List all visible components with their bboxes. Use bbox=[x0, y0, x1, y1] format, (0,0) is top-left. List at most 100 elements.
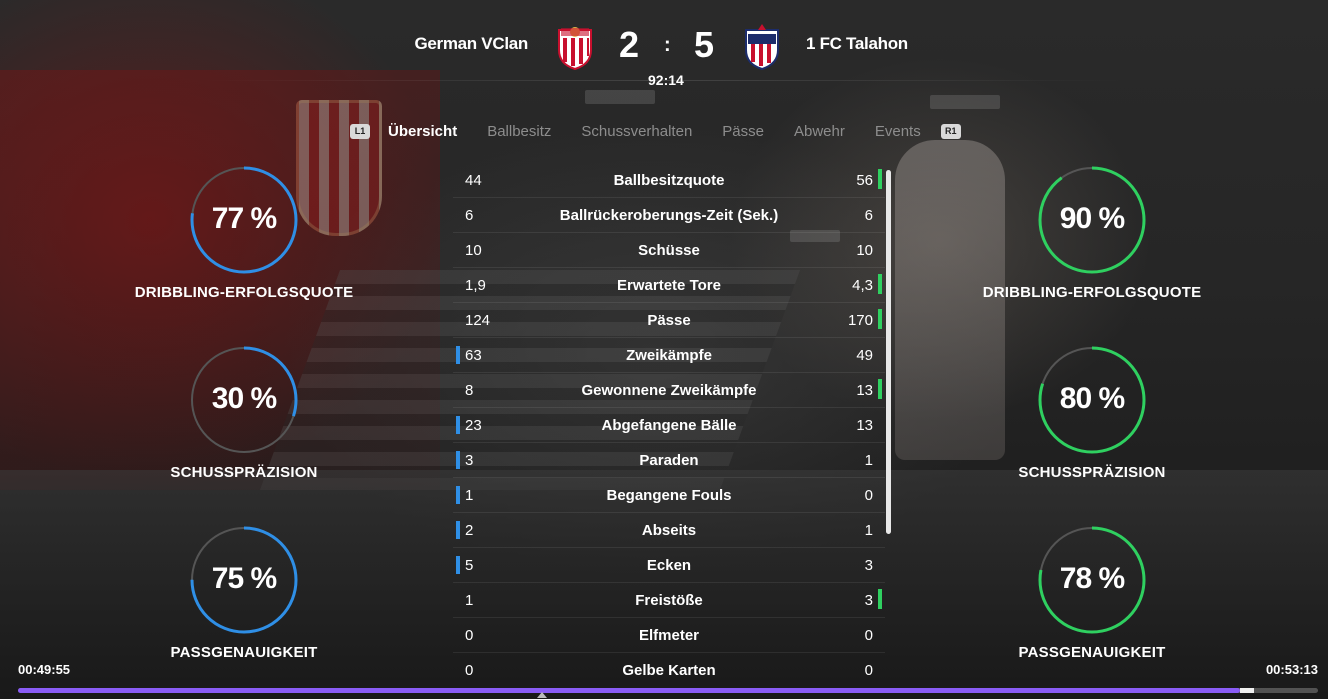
stat-name: Ballbesitzquote bbox=[613, 172, 725, 189]
stat-name: Paraden bbox=[639, 452, 699, 469]
stat-row: 124 Pässe 170 bbox=[453, 303, 885, 338]
stat-name: Gelbe Karten bbox=[622, 662, 716, 679]
tab-events[interactable]: Events bbox=[875, 123, 921, 140]
away-leader-indicator bbox=[878, 169, 882, 189]
home-leader-indicator bbox=[456, 556, 460, 574]
stat-row: 23 Abgefangene Bälle 13 bbox=[453, 408, 885, 443]
away-leader-indicator bbox=[878, 274, 882, 294]
home-shooting-label: SCHUSSPRÄZISION bbox=[170, 464, 318, 481]
away-team-crest-icon bbox=[745, 24, 779, 70]
away-score: 5 bbox=[694, 24, 715, 65]
away-passing-label: PASSGENAUIGKEIT bbox=[1018, 644, 1166, 661]
away-leader-indicator bbox=[878, 309, 882, 329]
stat-name: Pässe bbox=[647, 312, 691, 329]
stat-away-value: 0 bbox=[864, 487, 873, 504]
home-ring-dribbling: 77 % DRIBBLING-ERFOLGSQUOTE bbox=[124, 166, 364, 301]
away-leader-indicator bbox=[878, 589, 882, 609]
away-leader-indicator bbox=[878, 379, 882, 399]
scoreboard-header: German VClan 2 : 5 1 FC Talahon 92:14 bbox=[0, 0, 1328, 100]
home-team-crest-icon bbox=[558, 27, 592, 70]
stat-row: 6 Ballrückeroberungs-Zeit (Sek.) 6 bbox=[453, 198, 885, 233]
stat-away-value: 6 bbox=[864, 207, 873, 224]
stat-row: 3 Paraden 1 bbox=[453, 443, 885, 478]
tab-abwehr[interactable]: Abwehr bbox=[794, 123, 845, 140]
away-ring-passing: 78 % PASSGENAUIGKEIT bbox=[972, 526, 1212, 661]
stat-name: Ballrückeroberungs-Zeit (Sek.) bbox=[559, 207, 779, 224]
elapsed-time: 00:49:55 bbox=[18, 662, 71, 677]
video-progress-fill bbox=[18, 688, 1240, 693]
stat-name: Abgefangene Bälle bbox=[601, 417, 737, 434]
home-passing-label: PASSGENAUIGKEIT bbox=[170, 644, 318, 661]
stat-row: 2 Abseits 1 bbox=[453, 513, 885, 548]
header-divider bbox=[200, 80, 1128, 81]
home-dribbling-label: DRIBBLING-ERFOLGSQUOTE bbox=[134, 284, 354, 301]
home-leader-indicator bbox=[456, 346, 460, 364]
stat-away-value: 0 bbox=[864, 627, 873, 644]
home-dribbling-value: 77 % bbox=[211, 202, 277, 235]
stat-row: 63 Zweikämpfe 49 bbox=[453, 338, 885, 373]
stat-row: 1 Begangene Fouls 0 bbox=[453, 478, 885, 513]
home-leader-indicator bbox=[456, 521, 460, 539]
home-leader-indicator bbox=[456, 451, 460, 469]
stat-away-value: 1 bbox=[864, 522, 873, 539]
score-separator: : bbox=[664, 34, 671, 56]
stat-away-value: 3 bbox=[864, 557, 873, 574]
stat-name: Begangene Fouls bbox=[606, 487, 732, 504]
away-team-name: 1 FC Talahon bbox=[806, 34, 908, 53]
away-passing-value: 78 % bbox=[1059, 562, 1125, 595]
stat-away-value: 0 bbox=[864, 662, 873, 679]
stat-row: 8 Gewonnene Zweikämpfe 13 bbox=[453, 373, 885, 408]
stat-name: Erwartete Tore bbox=[617, 277, 721, 294]
stat-away-value: 10 bbox=[856, 242, 873, 259]
stat-row: 0 Gelbe Karten 0 bbox=[453, 653, 885, 687]
tab-uebersicht[interactable]: Übersicht bbox=[388, 123, 457, 140]
stat-row: 10 Schüsse 10 bbox=[453, 233, 885, 268]
stat-name: Schüsse bbox=[638, 242, 700, 259]
away-shooting-label: SCHUSSPRÄZISION bbox=[1018, 464, 1166, 481]
stats-tabs: L1 Übersicht Ballbesitz Schussverhalten … bbox=[350, 120, 961, 142]
stat-away-value: 49 bbox=[856, 347, 873, 364]
away-shooting-value: 80 % bbox=[1059, 382, 1125, 415]
stat-away-value: 3 bbox=[864, 592, 873, 609]
stat-away-value: 13 bbox=[856, 417, 873, 434]
home-leader-indicator bbox=[456, 416, 460, 434]
away-dribbling-value: 90 % bbox=[1059, 202, 1125, 235]
stat-name: Freistöße bbox=[635, 592, 703, 609]
stat-row: 1 Freistöße 3 bbox=[453, 583, 885, 618]
r1-button-icon[interactable]: R1 bbox=[940, 123, 961, 139]
stat-away-value: 1 bbox=[864, 452, 873, 469]
stat-name: Abseits bbox=[641, 522, 697, 539]
home-ring-shooting: 30 % SCHUSSPRÄZISION bbox=[124, 346, 364, 481]
home-shooting-value: 30 % bbox=[211, 382, 277, 415]
away-dribbling-label: DRIBBLING-ERFOLGSQUOTE bbox=[982, 284, 1202, 301]
stats-scrollbar[interactable] bbox=[886, 170, 891, 534]
tab-paesse[interactable]: Pässe bbox=[722, 123, 764, 140]
chapter-marker-icon bbox=[537, 692, 547, 698]
video-progress-buffer bbox=[1240, 688, 1254, 693]
stat-name: Gewonnene Zweikämpfe bbox=[581, 382, 757, 399]
home-score: 2 bbox=[619, 24, 640, 65]
stat-name: Ecken bbox=[646, 557, 692, 574]
stat-name: Elfmeter bbox=[638, 627, 700, 644]
stat-name: Zweikämpfe bbox=[626, 347, 712, 364]
stats-table: 44 Ballbesitzquote 56 6 Ballrückeroberungs-… bbox=[453, 163, 885, 687]
stat-row: 0 Elfmeter 0 bbox=[453, 618, 885, 653]
stat-away-value: 4,3 bbox=[852, 277, 873, 294]
l1-button-icon[interactable]: L1 bbox=[350, 123, 370, 139]
stat-away-value: 13 bbox=[856, 382, 873, 399]
total-time: 00:53:13 bbox=[1265, 662, 1318, 677]
stat-row: 1,9 Erwartete Tore 4,3 bbox=[453, 268, 885, 303]
stat-row: 5 Ecken 3 bbox=[453, 548, 885, 583]
home-leader-indicator bbox=[456, 486, 460, 504]
stat-away-value: 56 bbox=[856, 172, 873, 189]
tab-ballbesitz[interactable]: Ballbesitz bbox=[487, 123, 551, 140]
stat-away-value: 170 bbox=[847, 312, 873, 329]
home-passing-value: 75 % bbox=[211, 562, 277, 595]
tab-schussverhalten[interactable]: Schussverhalten bbox=[581, 123, 692, 140]
home-ring-passing: 75 % PASSGENAUIGKEIT bbox=[124, 526, 364, 661]
stat-row: 44 Ballbesitzquote 56 bbox=[453, 163, 885, 198]
video-progress-bar[interactable] bbox=[18, 688, 1318, 693]
home-team-name: German VClan bbox=[414, 34, 528, 53]
away-ring-dribbling: 90 % DRIBBLING-ERFOLGSQUOTE bbox=[972, 166, 1212, 301]
away-ring-shooting: 80 % SCHUSSPRÄZISION bbox=[972, 346, 1212, 481]
